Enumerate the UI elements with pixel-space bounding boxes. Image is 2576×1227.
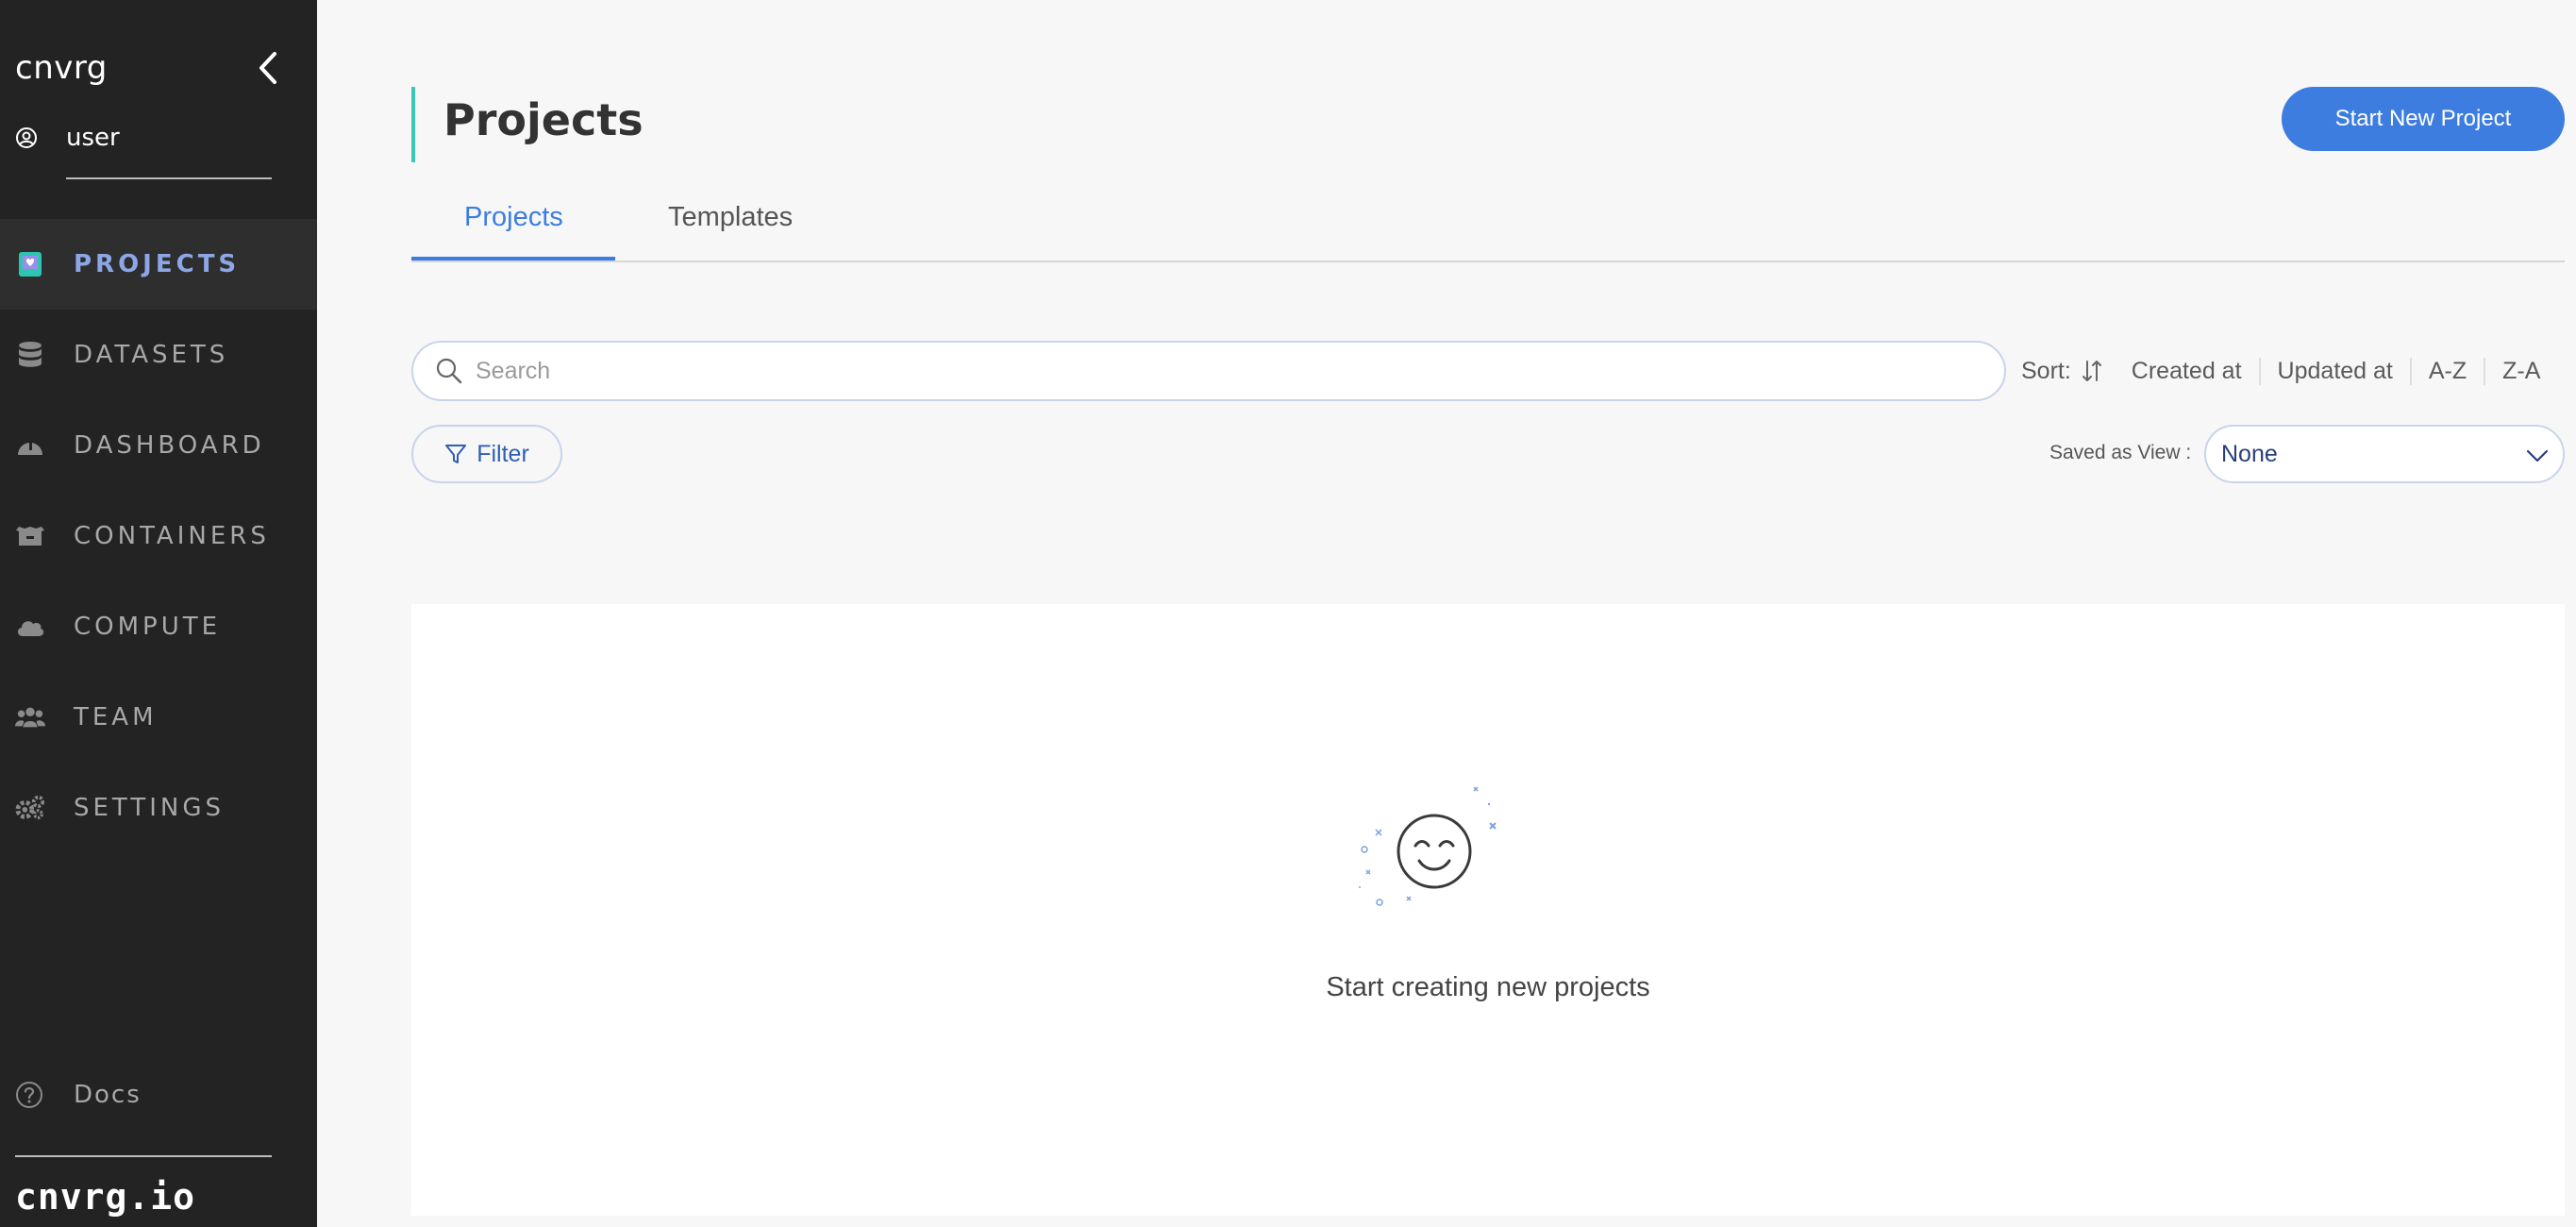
saved-view-value: None bbox=[2221, 440, 2278, 467]
docs-link[interactable]: Docs bbox=[15, 1078, 260, 1112]
search-box[interactable] bbox=[411, 341, 2006, 401]
search-icon bbox=[436, 358, 462, 384]
sort-icon[interactable] bbox=[2081, 358, 2103, 384]
tab-label: Projects bbox=[464, 202, 563, 232]
sidebar-item-settings[interactable]: SETTINGS bbox=[0, 763, 317, 853]
brand-row: cnvrg bbox=[15, 47, 279, 91]
smiley-icon bbox=[1359, 786, 1497, 906]
empty-state: Start creating new projects bbox=[411, 604, 2565, 1216]
sort-controls: Sort: Created at Updated at A-Z Z-A bbox=[2021, 351, 2557, 391]
empty-state-message: Start creating new projects bbox=[1326, 972, 1650, 1002]
footer-logo: cnvrg.io bbox=[15, 1176, 196, 1218]
sidebar-item-team[interactable]: TEAM bbox=[0, 672, 317, 763]
user-profile[interactable]: user bbox=[15, 119, 270, 157]
tab-label: Templates bbox=[668, 202, 794, 232]
collapse-sidebar-button[interactable] bbox=[249, 47, 287, 89]
sort-option-a-z[interactable]: A-Z bbox=[2409, 357, 2484, 385]
user-circle-icon bbox=[16, 127, 37, 148]
sidebar-item-label: TEAM bbox=[74, 703, 158, 731]
sort-option-updated-at[interactable]: Updated at bbox=[2258, 357, 2410, 385]
team-icon bbox=[15, 702, 45, 732]
start-new-project-button[interactable]: Start New Project bbox=[2282, 87, 2565, 151]
divider bbox=[15, 1155, 272, 1157]
divider bbox=[66, 177, 272, 179]
projects-icon bbox=[15, 249, 45, 279]
page-title: Projects bbox=[443, 94, 644, 145]
brand-name: cnvrg bbox=[15, 49, 108, 87]
sort-label: Sort: bbox=[2021, 357, 2071, 384]
sidebar-item-compute[interactable]: COMPUTE bbox=[0, 581, 317, 672]
sidebar-nav: PROJECTS DATASETS DASHBOARD CONTAINERS C… bbox=[0, 219, 317, 853]
saved-view-select[interactable]: None bbox=[2204, 425, 2565, 483]
filter-label: Filter bbox=[477, 440, 529, 467]
sidebar-item-dashboard[interactable]: DASHBOARD bbox=[0, 400, 317, 491]
active-tab-indicator bbox=[411, 257, 615, 261]
chevron-down-icon bbox=[2526, 449, 2549, 462]
sidebar-item-label: DATASETS bbox=[74, 341, 229, 369]
filter-button[interactable]: Filter bbox=[411, 425, 562, 483]
sort-option-created-at[interactable]: Created at bbox=[2124, 358, 2259, 385]
sidebar-item-label: DASHBOARD bbox=[74, 431, 265, 460]
sidebar-item-projects[interactable]: PROJECTS bbox=[0, 219, 317, 310]
saved-view-label: Saved as View : bbox=[2049, 442, 2192, 463]
tab-templates[interactable]: Templates bbox=[668, 202, 793, 261]
main-content: Projects Start New Project Projects Temp… bbox=[317, 0, 2576, 1227]
user-name: user bbox=[66, 124, 120, 152]
sidebar-item-label: COMPUTE bbox=[74, 613, 222, 641]
datasets-icon bbox=[15, 340, 45, 370]
sidebar: cnvrg user PROJECTS DATASETS DASHBOARD C… bbox=[0, 0, 317, 1227]
sidebar-item-label: CONTAINERS bbox=[74, 522, 270, 550]
docs-label: Docs bbox=[74, 1081, 142, 1109]
sidebar-item-datasets[interactable]: DATASETS bbox=[0, 310, 317, 400]
compute-icon bbox=[15, 612, 45, 642]
sort-option-z-a[interactable]: Z-A bbox=[2484, 357, 2557, 385]
tab-projects[interactable]: Projects bbox=[464, 202, 563, 261]
search-input[interactable] bbox=[476, 357, 1938, 385]
help-icon bbox=[16, 1082, 42, 1108]
dashboard-icon bbox=[15, 430, 45, 461]
sidebar-item-label: SETTINGS bbox=[74, 794, 226, 822]
sidebar-item-containers[interactable]: CONTAINERS bbox=[0, 491, 317, 581]
filter-icon bbox=[445, 445, 467, 463]
containers-icon bbox=[15, 521, 45, 551]
chevron-left-icon bbox=[259, 52, 276, 84]
tab-bar: Projects Templates bbox=[411, 189, 2565, 262]
gear-icon bbox=[15, 793, 45, 823]
title-accent-bar bbox=[411, 87, 415, 162]
sidebar-item-label: PROJECTS bbox=[74, 250, 241, 278]
